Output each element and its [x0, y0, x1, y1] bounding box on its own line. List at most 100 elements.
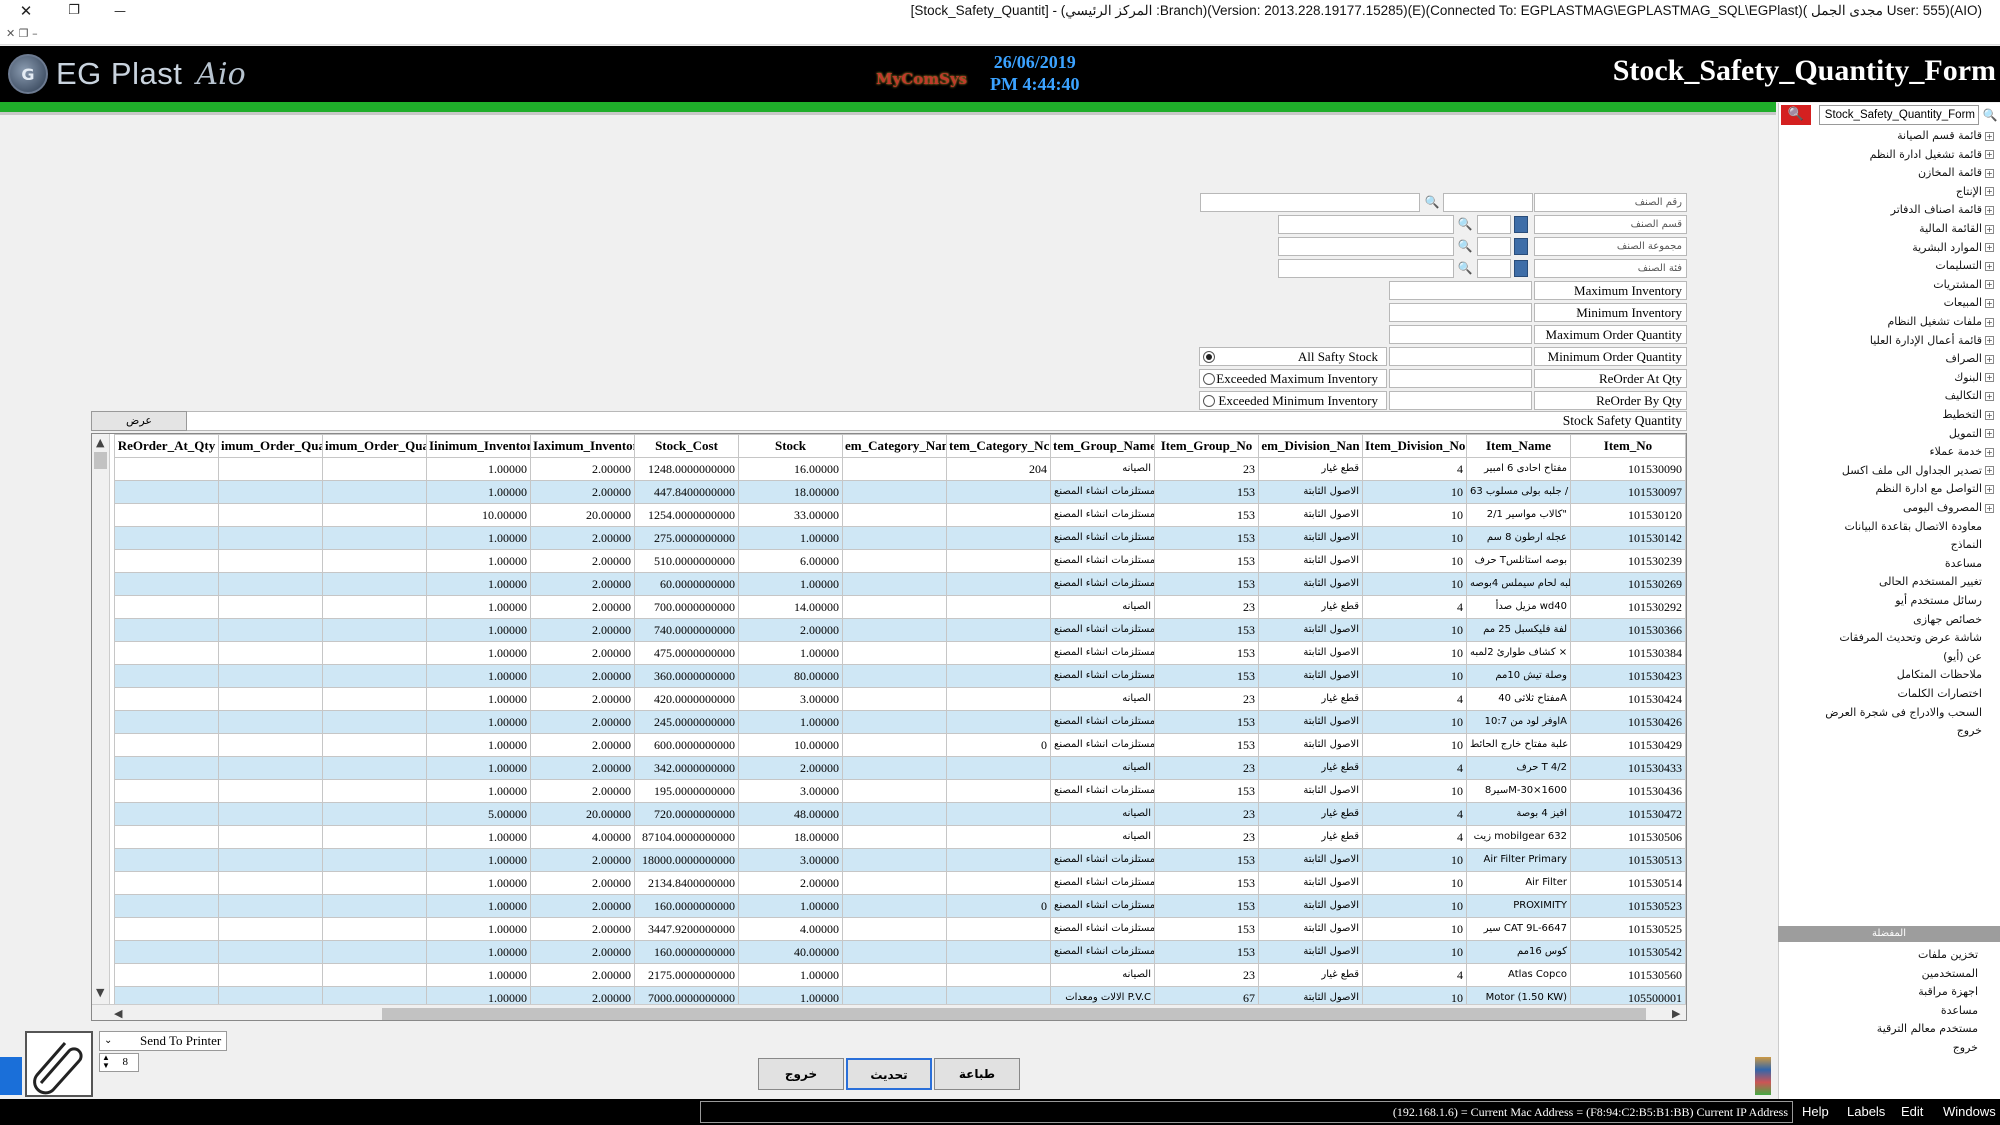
item-division-code-field[interactable]	[1477, 215, 1511, 234]
table-cell[interactable]: 101530525	[1570, 917, 1686, 941]
table-cell[interactable]	[322, 595, 427, 619]
menu-item[interactable]: اختصارات الكلمات	[1898, 685, 1982, 703]
table-cell[interactable]: 10	[1362, 871, 1467, 895]
table-cell[interactable]	[946, 595, 1051, 619]
expand-icon[interactable]: +	[1985, 373, 1994, 383]
table-cell[interactable]	[946, 802, 1051, 826]
table-cell[interactable]	[946, 963, 1051, 987]
table-cell[interactable]	[322, 480, 427, 504]
table-cell[interactable]: الاصول الثابتة	[1258, 503, 1363, 527]
expand-icon[interactable]: +	[1985, 205, 1994, 215]
table-cell[interactable]	[114, 687, 219, 711]
expand-icon[interactable]: +	[1985, 280, 1994, 290]
table-row[interactable]: 1.00000 2.00000 510.0000000000 6.00000 مستلز…	[114, 549, 1686, 573]
table-cell[interactable]: مستلزمات انشاء المصنع	[1050, 480, 1155, 504]
table-cell[interactable]: 1.00000	[426, 963, 531, 987]
table-cell[interactable]: مفتاح ثلاثى 40A	[1466, 687, 1571, 711]
table-cell[interactable]: 2.00000	[530, 664, 635, 688]
table-cell[interactable]: سير CAT 9L-6647	[1466, 917, 1571, 941]
table-cell[interactable]	[114, 503, 219, 527]
menu-item[interactable]: التخطيط +	[1942, 406, 1994, 424]
exit-button[interactable]: خروج	[758, 1058, 844, 1090]
table-cell[interactable]: علبة مفتاح خارج الحائط	[1466, 733, 1571, 757]
menu-item[interactable]: ملفات تشغيل النظام +	[1887, 313, 1994, 331]
table-cell[interactable]	[946, 687, 1051, 711]
table-row[interactable]: 1.00000 2.00000 360.0000000000 80.00000 مستل…	[114, 664, 1686, 688]
search-icon[interactable]: 🔍	[1455, 237, 1475, 256]
table-cell[interactable]	[946, 503, 1051, 527]
table-cell[interactable]: 1.00000	[738, 710, 843, 734]
menu-item[interactable]: قائمة أعمال الإدارة العليا +	[1870, 332, 1994, 350]
table-cell[interactable]	[114, 779, 219, 803]
table-cell[interactable]	[218, 664, 323, 688]
search-icon[interactable]: 🔍	[1455, 215, 1475, 234]
table-cell[interactable]: Air Filter Primary	[1466, 848, 1571, 872]
column-header[interactable]: imum_Order_Quai	[218, 434, 323, 458]
table-cell[interactable]	[218, 710, 323, 734]
table-cell[interactable]: 153	[1154, 572, 1259, 596]
table-cell[interactable]: 1.00000	[426, 894, 531, 918]
table-cell[interactable]	[218, 503, 323, 527]
table-cell[interactable]: PROXIMITY	[1466, 894, 1571, 918]
table-cell[interactable]: 1.00000	[426, 664, 531, 688]
table-cell[interactable]	[114, 756, 219, 780]
table-cell[interactable]: 2.00000	[530, 848, 635, 872]
table-cell[interactable]: 101530120	[1570, 503, 1686, 527]
column-header[interactable]: Item_No	[1570, 434, 1686, 458]
table-cell[interactable]	[218, 848, 323, 872]
table-cell[interactable]: 2.00000	[530, 641, 635, 665]
table-cell[interactable]: 101530142	[1570, 526, 1686, 550]
table-cell[interactable]: 10	[1362, 894, 1467, 918]
favorite-item[interactable]: اجهزة مراقبة	[1918, 983, 1978, 1001]
expand-icon[interactable]: +	[1985, 187, 1994, 197]
table-cell[interactable]: 101530472	[1570, 802, 1686, 826]
item-category-code-field[interactable]	[1477, 259, 1511, 278]
menu-item[interactable]: المشتريات +	[1933, 276, 1994, 294]
column-header[interactable]: em_Category_Nan	[842, 434, 947, 458]
expand-icon[interactable]: +	[1985, 336, 1994, 346]
table-cell[interactable]: 101530292	[1570, 595, 1686, 619]
min-order-qty-field[interactable]	[1389, 347, 1532, 366]
table-cell[interactable]: 2.00000	[530, 687, 635, 711]
table-cell[interactable]	[322, 572, 427, 596]
table-cell[interactable]	[842, 802, 947, 826]
table-cell[interactable]	[322, 825, 427, 849]
table-cell[interactable]: 101530433	[1570, 756, 1686, 780]
expand-icon[interactable]: +	[1985, 298, 1994, 308]
restore-icon[interactable]: ❐	[60, 0, 88, 22]
table-cell[interactable]: الصيانه	[1050, 595, 1155, 619]
table-cell[interactable]: 0	[946, 894, 1051, 918]
table-cell[interactable]	[946, 940, 1051, 964]
table-cell[interactable]: 2.00000	[530, 756, 635, 780]
table-cell[interactable]	[842, 595, 947, 619]
table-cell[interactable]: 23	[1154, 963, 1259, 987]
menu-item[interactable]: المبيعات +	[1944, 294, 1994, 312]
column-header[interactable]: tem_Category_Nc	[946, 434, 1051, 458]
max-inventory-field[interactable]	[1389, 281, 1532, 300]
table-cell[interactable]: زيت mobilgear 632	[1466, 825, 1571, 849]
menu-item[interactable]: النماذج	[1951, 536, 1982, 554]
table-cell[interactable]: الاصول الثابتة	[1258, 480, 1363, 504]
table-cell[interactable]: 23	[1154, 756, 1259, 780]
table-cell[interactable]: مستلزمات انشاء المصنع	[1050, 848, 1155, 872]
table-row[interactable]: 1.00000 2.00000 475.0000000000 1.00000 مستلز…	[114, 641, 1686, 665]
table-cell[interactable]: 700.0000000000	[634, 595, 739, 619]
table-cell[interactable]: 33.00000	[738, 503, 843, 527]
table-cell[interactable]	[946, 917, 1051, 941]
table-cell[interactable]: 1248.0000000000	[634, 457, 739, 481]
menu-item[interactable]: التواصل مع ادارة النظم +	[1875, 480, 1994, 498]
table-cell[interactable]: 1.00000	[426, 710, 531, 734]
search-icon[interactable]: 🔍	[1781, 105, 1811, 125]
scroll-thumb[interactable]	[94, 452, 107, 469]
table-cell[interactable]: 153	[1154, 894, 1259, 918]
table-cell[interactable]	[218, 940, 323, 964]
table-cell[interactable]	[322, 687, 427, 711]
table-cell[interactable]: قطع غيار	[1258, 687, 1363, 711]
table-cell[interactable]: 10.00000	[738, 733, 843, 757]
table-cell[interactable]: 10	[1362, 848, 1467, 872]
table-cell[interactable]: مستلزمات انشاء المصنع	[1050, 779, 1155, 803]
table-row[interactable]: 1.00000 2.00000 18000.0000000000 3.00000 مست…	[114, 848, 1686, 872]
table-cell[interactable]: 1.00000	[426, 756, 531, 780]
table-cell[interactable]: 1.00000	[426, 940, 531, 964]
table-cell[interactable]	[218, 457, 323, 481]
